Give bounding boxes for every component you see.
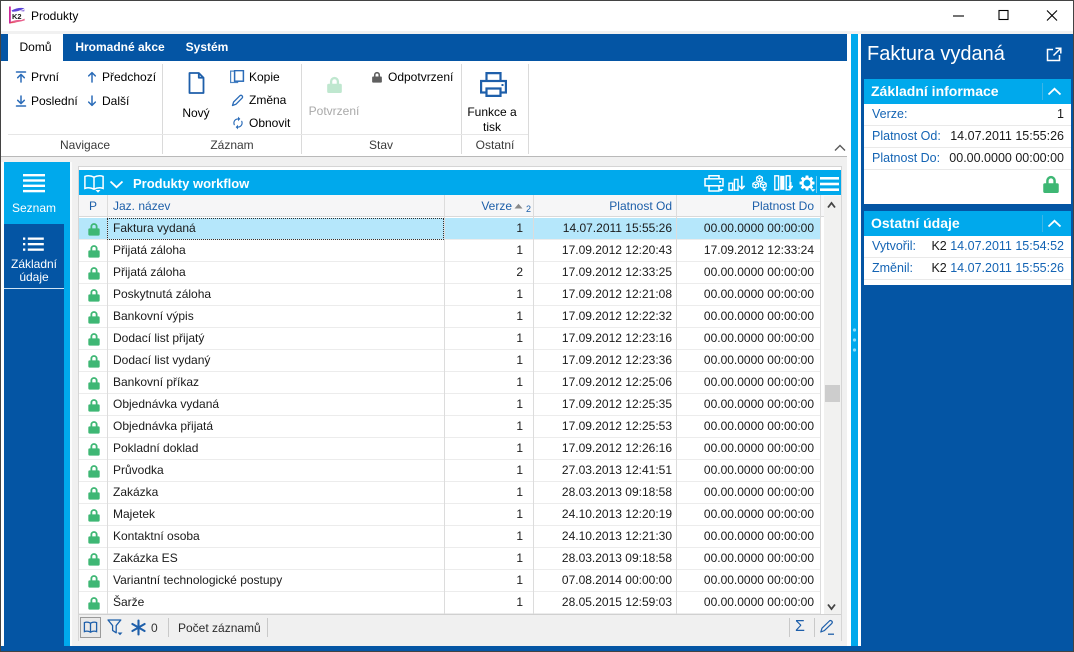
svg-text:K2: K2	[12, 12, 22, 21]
